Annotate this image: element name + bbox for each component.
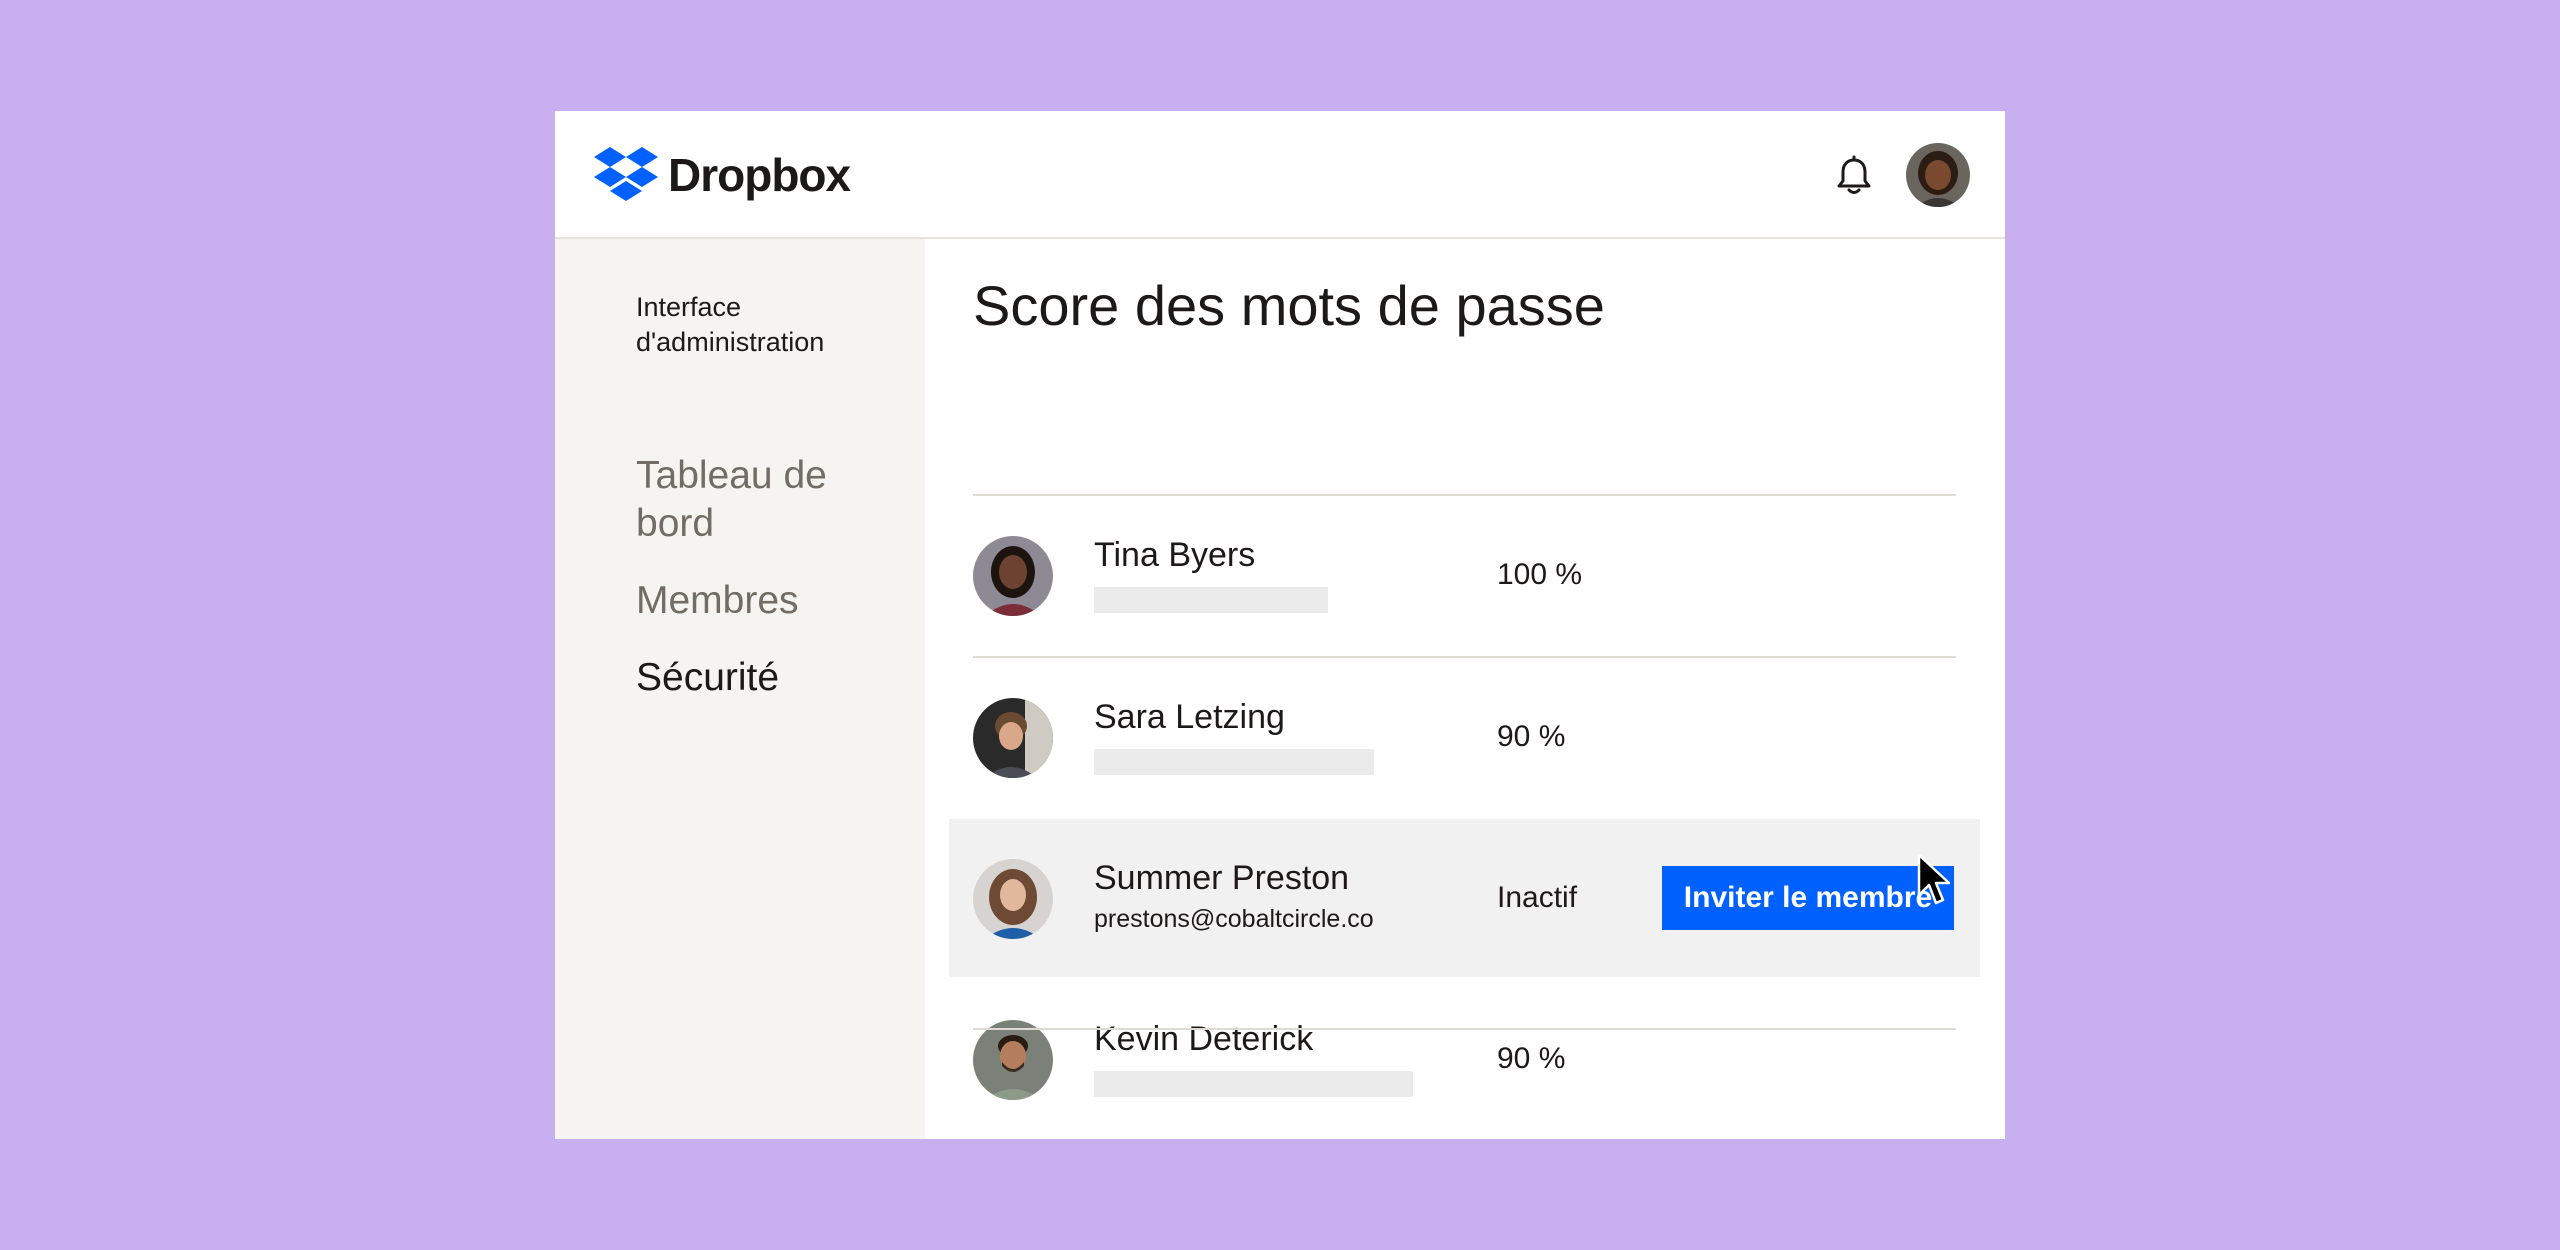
main-content: Score des mots de passe Tina Byers 100 % xyxy=(925,239,2005,1139)
table-row[interactable]: Tina Byers 100 % xyxy=(949,496,1980,654)
member-avatar xyxy=(973,1020,1053,1100)
user-avatar[interactable] xyxy=(1906,143,1970,207)
member-name: Sara Letzing xyxy=(1094,698,1285,736)
dropbox-logo-icon xyxy=(594,147,658,201)
member-avatar xyxy=(973,698,1053,778)
score-bar xyxy=(1094,587,1328,613)
score-bar xyxy=(1094,749,1374,775)
logo-text: Dropbox xyxy=(668,149,851,201)
sidebar-item-members[interactable]: Membres xyxy=(636,577,896,625)
member-name: Summer Preston xyxy=(1094,859,1350,897)
page-title: Score des mots de passe xyxy=(973,274,1605,337)
member-name: Tina Byers xyxy=(1094,536,1256,574)
member-score: 90 % xyxy=(1497,1042,1566,1075)
top-bar: Dropbox xyxy=(555,111,2005,239)
member-status: Inactif xyxy=(1497,881,1578,914)
invite-member-button[interactable]: Inviter le membre xyxy=(1662,866,1954,930)
member-score: 100 % xyxy=(1497,558,1583,591)
dropbox-logo[interactable]: Dropbox xyxy=(594,147,851,203)
bell-icon[interactable] xyxy=(1832,154,1876,198)
table-row[interactable]: Kevin Deterick 90 % xyxy=(949,980,1980,1138)
member-avatar xyxy=(973,536,1053,616)
score-bar xyxy=(1094,1071,1413,1097)
table-row[interactable]: Sara Letzing 90 % xyxy=(949,658,1980,816)
admin-window: Dropbox Interface d'administration Table… xyxy=(555,111,2005,1139)
admin-console-label: Interface d'administration xyxy=(636,292,825,357)
avatar-photo xyxy=(1906,143,1970,207)
sidebar: Interface d'administration Tableau de bo… xyxy=(555,239,925,1139)
member-name: Kevin Deterick xyxy=(1094,1020,1314,1058)
member-score: 90 % xyxy=(1497,720,1566,753)
sidebar-item-security[interactable]: Sécurité xyxy=(636,654,896,702)
member-email: prestons@cobaltcircle.co xyxy=(1094,905,1374,933)
mouse-cursor-icon xyxy=(1917,853,1951,905)
table-bottom-divider xyxy=(973,1028,1956,1030)
sidebar-item-dashboard[interactable]: Tableau de bord xyxy=(636,452,896,548)
table-row-highlighted[interactable]: Summer Preston prestons@cobaltcircle.co … xyxy=(949,819,1980,977)
member-avatar xyxy=(973,859,1053,939)
